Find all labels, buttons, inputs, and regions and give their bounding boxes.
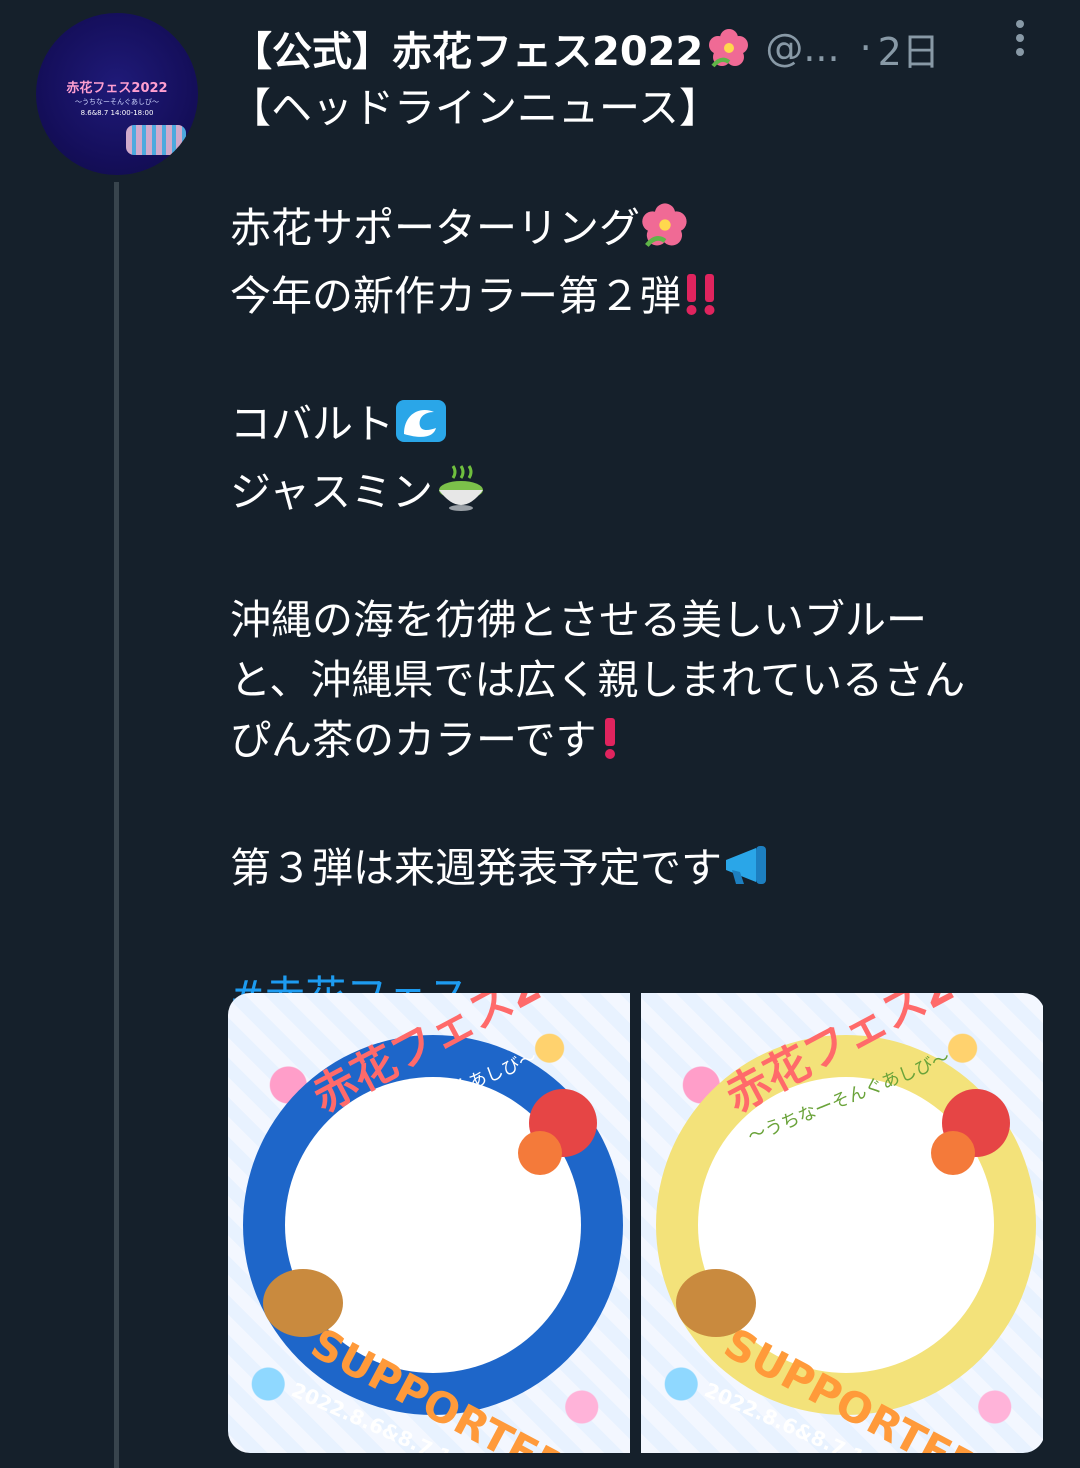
photo[interactable]: 赤花フェス2022 〜うちなーそんぐあしび〜 SUPPORTER 2022.8.… [641, 993, 1043, 1453]
tweet-line: ぴん茶のカラーです [230, 710, 1030, 778]
tweet-line: ジャスミン [230, 462, 1030, 530]
tweet-line: コバルト [230, 394, 1030, 462]
photo[interactable]: 赤花フェス2022 〜うちなーそんぐあしび〜 SUPPORTER 2022.8.… [228, 993, 630, 1453]
hibiscus-icon [707, 26, 751, 70]
more-options-icon[interactable] [1006, 18, 1034, 58]
exclamation-icon [597, 712, 623, 778]
supporter-ring-jasmine: 赤花フェス2022 〜うちなーそんぐあしび〜 SUPPORTER 2022.8.… [656, 993, 1043, 1453]
megaphone-icon [722, 840, 778, 906]
tweet-line: 【ヘッドラインニュース】 [230, 84, 720, 132]
supporter-ring-cobalt: 赤花フェス2022 〜うちなーそんぐあしび〜 SUPPORTER 2022.8.… [243, 993, 630, 1453]
tweet-text: 【ヘッドラインニュース】 赤花サポーターリング 今年の新作カラー第２弾 コバルト… [230, 78, 1030, 1026]
wave-icon [394, 396, 448, 462]
hibiscus-icon [640, 200, 690, 266]
timestamp[interactable]: 2日 [878, 21, 940, 76]
display-name[interactable]: 【公式】赤花フェス2022 [232, 19, 703, 77]
handle[interactable]: @... [765, 26, 839, 70]
media-grid: 赤花フェス2022 〜うちなーそんぐあしび〜 SUPPORTER 2022.8.… [228, 993, 1045, 1453]
tweet-line: と、沖縄県では広く親しまれているさん [230, 656, 966, 704]
tweet-line: 沖縄の海を彷彿とさせる美しいブルー [230, 596, 927, 644]
separator-dot: · [859, 26, 872, 70]
tweet-line: 今年の新作カラー第２弾 [230, 266, 1030, 334]
avatar-title: 赤花フェス2022 [66, 81, 168, 96]
tweet-line: 赤花サポーターリング [230, 198, 1030, 266]
tweet-header: 【公式】赤花フェス2022 @... · 2日 [232, 18, 1032, 78]
avatar-decoration [126, 125, 186, 155]
double-exclamation-icon [681, 268, 721, 334]
avatar[interactable]: 赤花フェス2022 〜うちなーそんぐあしび〜 8.6&8.7 14:00-18:… [36, 13, 198, 175]
tweet-line: 第３弾は来週発表予定です [230, 838, 1030, 906]
avatar-subtitle: 〜うちなーそんぐあしび〜 [75, 98, 159, 106]
thread-line [114, 182, 119, 1468]
tea-cup-icon [433, 464, 489, 530]
avatar-date: 8.6&8.7 14:00-18:00 [80, 109, 154, 117]
